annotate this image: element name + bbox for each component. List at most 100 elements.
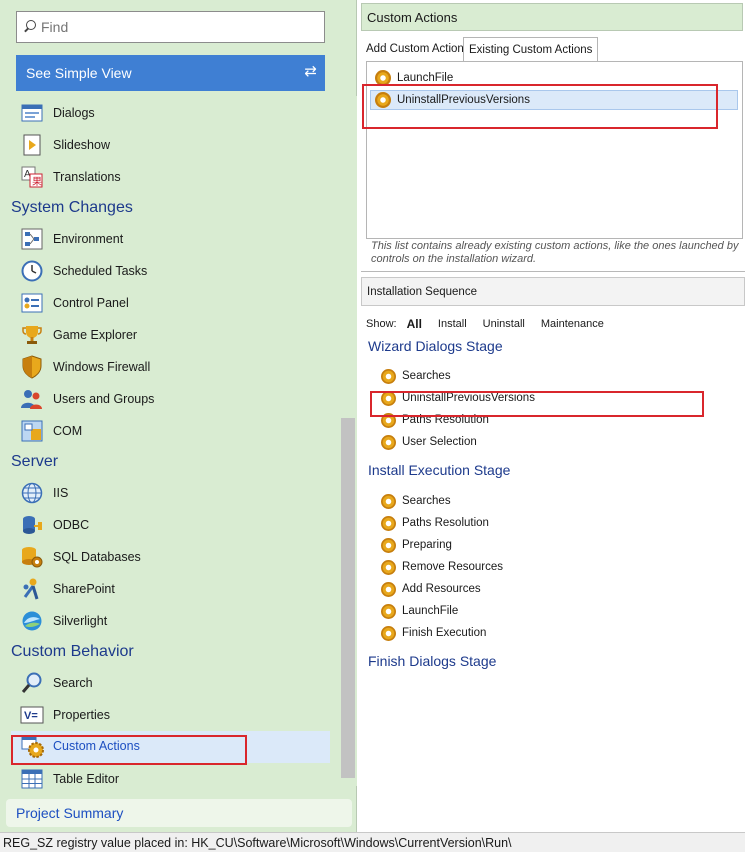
find-box[interactable] — [16, 11, 325, 43]
custom-actions-panel: Custom Actions Add Custom Action Existin… — [359, 0, 745, 832]
show-label: Show: — [366, 318, 397, 330]
seq-item[interactable]: Searches — [381, 367, 451, 385]
see-simple-view-label: See Simple View — [26, 65, 132, 81]
clock-icon — [20, 259, 44, 283]
tree-item-translations[interactable]: A果 Translations — [20, 163, 121, 191]
tree-item-label: Control Panel — [53, 296, 129, 310]
seq-item[interactable]: Searches — [381, 492, 451, 510]
slideshow-icon — [20, 133, 44, 157]
filter-maintenance[interactable]: Maintenance — [541, 318, 604, 330]
plug-icon — [20, 513, 44, 537]
seq-item[interactable]: Add Resources — [381, 580, 481, 598]
seq-item[interactable]: Remove Resources — [381, 558, 503, 576]
tree-item-label: SharePoint — [53, 582, 115, 596]
list-item-uninstallpreviousversions[interactable]: UninstallPreviousVersions — [370, 90, 738, 110]
project-summary-link[interactable]: Project Summary — [6, 799, 352, 827]
filter-uninstall[interactable]: Uninstall — [483, 318, 525, 330]
tree-item-table-editor[interactable]: Table Editor — [20, 765, 119, 793]
tree-item-scheduled-tasks[interactable]: Scheduled Tasks — [20, 257, 147, 285]
tree-item-odbc[interactable]: ODBC — [20, 511, 89, 539]
tree-item-environment[interactable]: Environment — [20, 225, 123, 253]
tab-add-custom-action[interactable]: Add Custom Action — [361, 37, 469, 61]
seq-item-label: Preparing — [402, 539, 452, 551]
tree-item-dialogs[interactable]: Dialogs — [20, 99, 95, 127]
tree-item-sql-databases[interactable]: SQL Databases — [20, 543, 141, 571]
divider — [361, 271, 745, 272]
tree-item-search[interactable]: Search — [20, 669, 93, 697]
project-summary-label: Project Summary — [16, 805, 124, 821]
tree-item-control-panel[interactable]: Control Panel — [20, 289, 129, 317]
stage-wizard-dialogs[interactable]: Wizard Dialogs Stage — [368, 338, 503, 354]
control-panel-icon — [20, 291, 44, 315]
seq-item[interactable]: Preparing — [381, 536, 452, 554]
tab-existing-custom-actions[interactable]: Existing Custom Actions — [463, 37, 599, 61]
show-filter-bar: Show: All Install Uninstall Maintenance — [366, 316, 620, 332]
custom-actions-note: This list contains already existing cust… — [371, 240, 739, 265]
list-item-label: LaunchFile — [397, 72, 454, 84]
com-icon — [20, 419, 44, 443]
tree-item-iis[interactable]: IIS — [20, 479, 68, 507]
seq-item-label: Finish Execution — [402, 627, 487, 639]
tree-item-label: IIS — [53, 486, 69, 500]
silverlight-icon — [20, 609, 44, 633]
tree-item-com[interactable]: COM — [20, 417, 82, 445]
gear-icon — [21, 735, 45, 759]
seq-item-label: LaunchFile — [402, 605, 459, 617]
gear-icon — [381, 390, 396, 406]
see-simple-view-button[interactable]: See Simple View ⇄ — [16, 55, 325, 91]
seq-item-label: User Selection — [402, 436, 477, 448]
tree-item-silverlight[interactable]: Silverlight — [20, 607, 107, 635]
seq-item[interactable]: LaunchFile — [381, 602, 458, 620]
gear-icon — [381, 537, 396, 553]
dialogs-icon — [20, 101, 44, 125]
seq-item-label: UninstallPreviousVersions — [402, 392, 535, 404]
gear-icon — [381, 603, 396, 619]
svg-text:V=: V= — [24, 710, 38, 722]
tab-label: Add Custom Action — [366, 43, 464, 55]
database-icon — [20, 545, 44, 569]
seq-item-label: Remove Resources — [402, 561, 503, 573]
find-input[interactable] — [41, 19, 311, 35]
gear-icon — [381, 368, 396, 384]
filter-all[interactable]: All — [407, 317, 422, 331]
stage-finish-dialogs[interactable]: Finish Dialogs Stage — [368, 653, 496, 669]
table-icon — [20, 767, 44, 791]
list-item-launchfile[interactable]: LaunchFile — [375, 68, 453, 88]
gear-icon — [381, 625, 396, 641]
tree-item-label: ODBC — [53, 518, 90, 532]
project-tree-panel: See Simple View ⇄ Dialogs Slideshow A果 T… — [0, 0, 357, 832]
tree-item-game-explorer[interactable]: Game Explorer — [20, 321, 137, 349]
custom-actions-tabs: Add Custom Action Existing Custom Action… — [361, 34, 743, 62]
seq-item-label: Searches — [402, 370, 451, 382]
tree-item-sharepoint[interactable]: SharePoint — [20, 575, 115, 603]
tree-item-label: Game Explorer — [53, 328, 138, 342]
tree-item-custom-actions[interactable]: Custom Actions — [11, 731, 330, 763]
tab-label: Existing Custom Actions — [469, 43, 593, 56]
seq-item[interactable]: Finish Execution — [381, 624, 486, 642]
tree-item-slideshow[interactable]: Slideshow — [20, 131, 110, 159]
existing-custom-actions-list[interactable]: LaunchFile UninstallPreviousVersions — [366, 61, 743, 239]
tree-item-label: Silverlight — [53, 614, 108, 628]
globe-icon — [20, 481, 44, 505]
tree-item-users-and-groups[interactable]: Users and Groups — [20, 385, 154, 413]
tree-item-label: Search — [53, 676, 93, 690]
tree-item-label: Properties — [53, 708, 110, 722]
tree-scrollbar-thumb[interactable] — [341, 418, 355, 778]
gear-icon — [375, 92, 391, 108]
translations-icon: A果 — [20, 165, 44, 189]
tree-item-windows-firewall[interactable]: Windows Firewall — [20, 353, 150, 381]
tree-item-label: Slideshow — [53, 138, 110, 152]
seq-item[interactable]: User Selection — [381, 433, 477, 451]
seq-item[interactable]: Paths Resolution — [381, 411, 489, 429]
stage-install-execution[interactable]: Install Execution Stage — [368, 462, 510, 478]
tree-item-properties[interactable]: V= Properties — [20, 701, 110, 729]
filter-install[interactable]: Install — [438, 318, 467, 330]
environment-icon — [20, 227, 44, 251]
swap-arrows-icon: ⇄ — [304, 63, 317, 80]
trophy-icon — [20, 323, 44, 347]
seq-item[interactable]: Paths Resolution — [381, 514, 489, 532]
sharepoint-icon — [20, 577, 44, 601]
gear-icon — [381, 581, 396, 597]
status-bar: REG_SZ registry value placed in: HK_CU\S… — [0, 832, 745, 852]
seq-item[interactable]: UninstallPreviousVersions — [381, 389, 535, 407]
